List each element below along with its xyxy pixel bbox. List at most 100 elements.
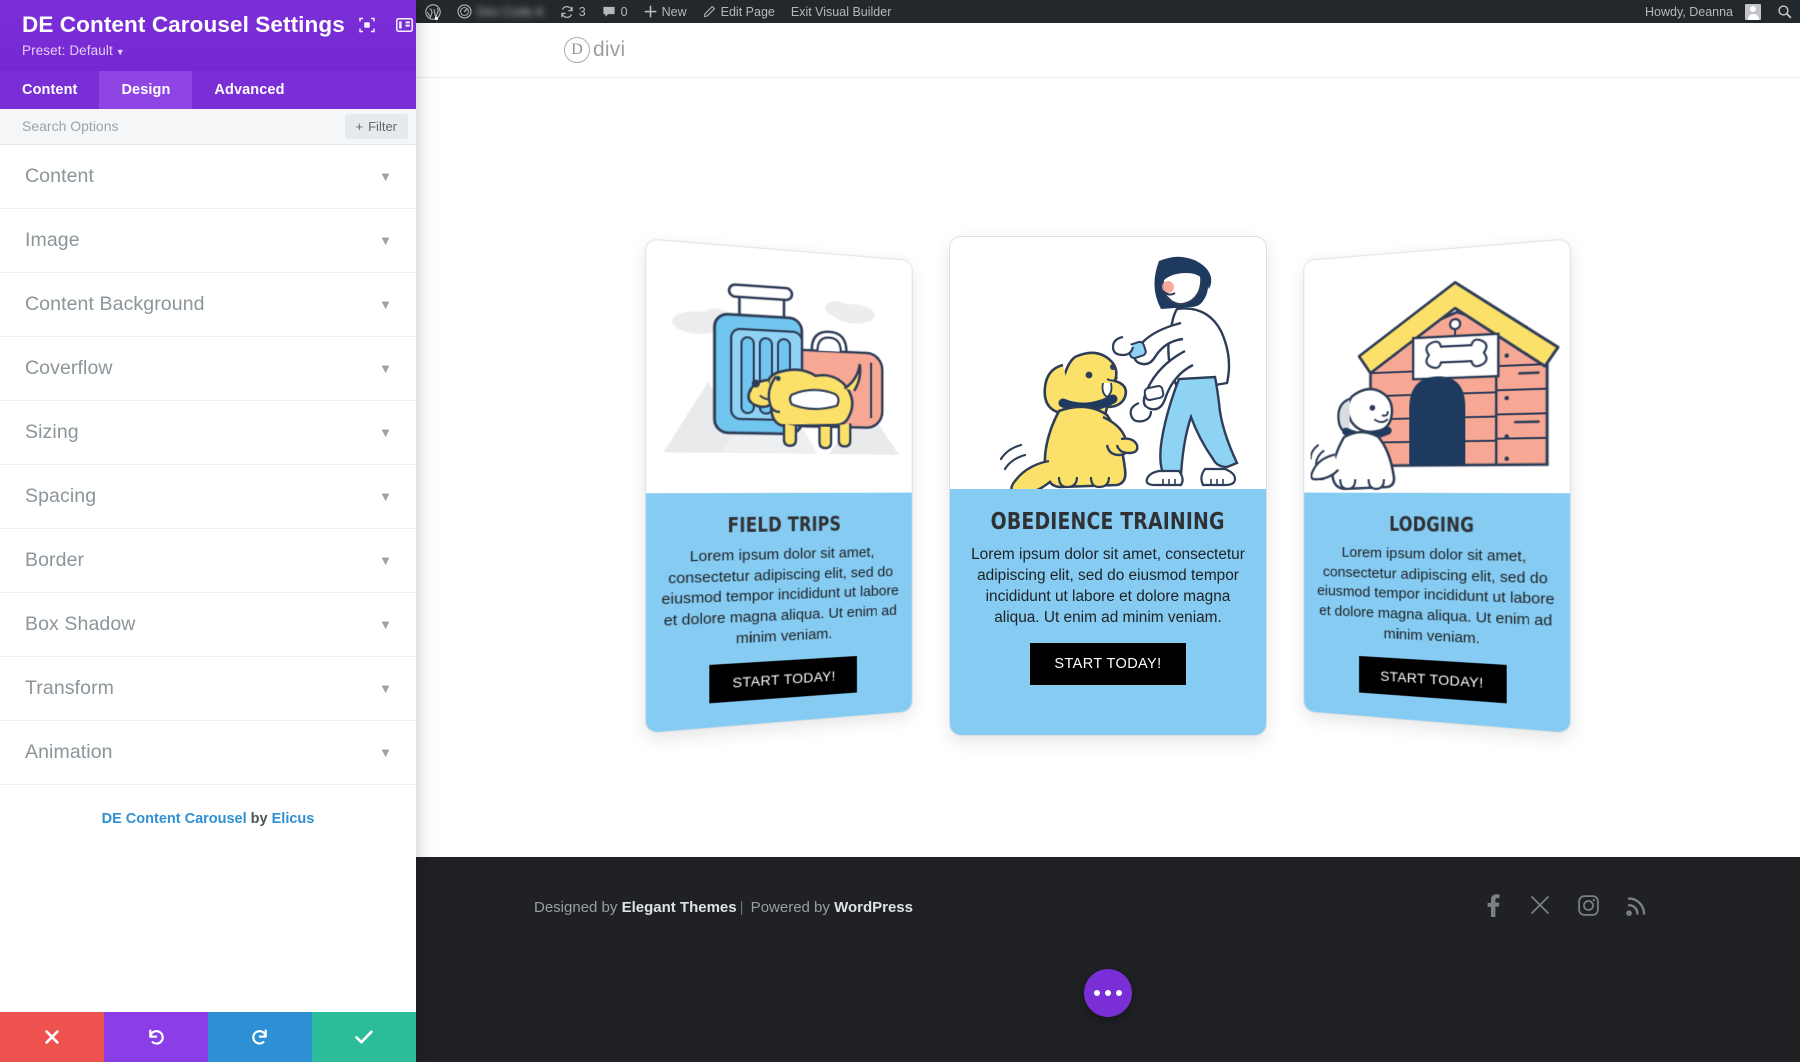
site-footer: Designed by Elegant Themes | Powered by W…: [416, 857, 1800, 1062]
undo-button[interactable]: [104, 1012, 208, 1062]
instagram-icon[interactable]: [1577, 894, 1600, 922]
section-label: Transform: [25, 676, 115, 699]
start-today-button[interactable]: START TODAY!: [1359, 655, 1507, 704]
adminbar-account[interactable]: Howdy, Deanna: [1637, 0, 1769, 23]
site-header: D divi: [416, 23, 1800, 78]
adminbar-edit-page[interactable]: Edit Page: [695, 0, 783, 23]
section-content-background[interactable]: Content Background ▼: [0, 273, 416, 337]
adminbar-search[interactable]: [1769, 0, 1800, 23]
settings-tabs: Content Design Advanced: [0, 70, 416, 109]
filter-label: Filter: [368, 118, 397, 134]
adminbar-site-name[interactable]: Dev Code A: [449, 0, 552, 23]
layout-panel-icon[interactable]: [395, 17, 413, 33]
settings-sections-list: Content ▼ Image ▼ Content Background ▼ C…: [0, 144, 416, 1012]
cancel-button[interactable]: [0, 1012, 104, 1062]
start-today-button[interactable]: START TODAY!: [709, 655, 857, 704]
divi-logo[interactable]: D divi: [564, 37, 625, 63]
section-label: Spacing: [25, 484, 97, 507]
chevron-down-icon: ▼: [115, 46, 125, 57]
settings-panel-header: DE Content Carousel Settings Preset: Def…: [0, 0, 439, 71]
footer-inner: Designed by Elegant Themes | Powered by W…: [416, 857, 1800, 922]
filter-button[interactable]: + Filter: [344, 113, 408, 139]
chevron-down-icon: ▼: [379, 680, 392, 696]
card-title: OBEDIENCE TRAINING: [991, 508, 1225, 535]
footer-platform-link[interactable]: WordPress: [834, 899, 913, 916]
avatar: [1745, 3, 1761, 20]
settings-title-row: DE Content Carousel Settings: [22, 12, 439, 38]
tab-advanced[interactable]: Advanced: [192, 71, 306, 109]
chevron-down-icon: ▼: [379, 552, 392, 568]
adminbar-right-group: Howdy, Deanna: [1637, 0, 1800, 23]
adminbar-comments[interactable]: 0: [594, 0, 636, 23]
card-description: Lorem ipsum dolor sit amet, consectetur …: [1317, 543, 1555, 647]
adminbar-new[interactable]: New: [636, 0, 695, 23]
focus-target-icon[interactable]: [359, 17, 375, 33]
preset-label: Preset: Default: [22, 42, 113, 58]
update-icon: [560, 5, 573, 18]
adminbar-edit-page-label: Edit Page: [720, 4, 775, 19]
chevron-down-icon: ▼: [379, 360, 392, 376]
section-label: Content Background: [25, 292, 205, 315]
carousel-slide-obedience-training[interactable]: OBEDIENCE TRAINING Lorem ipsum dolor sit…: [949, 235, 1267, 736]
preset-selector[interactable]: Preset: Default ▼: [22, 43, 398, 58]
card-description: Lorem ipsum dolor sit amet, consectetur …: [661, 543, 899, 647]
chevron-down-icon: ▼: [379, 168, 392, 184]
section-transform[interactable]: Transform ▼: [0, 657, 416, 721]
start-today-button[interactable]: START TODAY!: [1030, 642, 1186, 685]
save-button[interactable]: [312, 1012, 416, 1062]
section-box-shadow[interactable]: Box Shadow ▼: [0, 593, 416, 657]
settings-header-icons: [359, 16, 439, 33]
section-label: Sizing: [25, 420, 79, 443]
footer-separator: |: [739, 899, 744, 916]
pencil-icon: [703, 6, 715, 18]
dot: [1094, 990, 1100, 996]
section-content[interactable]: Content ▼: [0, 145, 416, 209]
carousel-slide-field-trips[interactable]: FIELD TRIPS Lorem ipsum dolor sit amet, …: [644, 237, 913, 734]
vertical-dots-icon[interactable]: [434, 16, 439, 33]
section-label: Animation: [25, 740, 113, 763]
carousel-slide-lodging[interactable]: LODGING Lorem ipsum dolor sit amet, cons…: [1303, 237, 1572, 734]
comment-icon: [603, 6, 615, 17]
redo-button[interactable]: [208, 1012, 312, 1062]
search-input[interactable]: [22, 118, 345, 135]
dog-house-illustration: [1304, 238, 1570, 493]
search-options-bar: + Filter: [0, 108, 416, 145]
divi-wordmark: divi: [593, 38, 626, 61]
footer-powered-by: Powered by: [746, 899, 835, 916]
footer-credit: Designed by Elegant Themes | Powered by W…: [534, 899, 913, 916]
dashboard-icon: [457, 4, 472, 19]
facebook-icon[interactable]: [1481, 893, 1503, 922]
section-spacing[interactable]: Spacing ▼: [0, 465, 416, 529]
section-border[interactable]: Border ▼: [0, 529, 416, 593]
adminbar-howdy-label: Howdy, Deanna: [1644, 4, 1733, 19]
section-coverflow[interactable]: Coverflow ▼: [0, 337, 416, 401]
plus-icon: [644, 5, 657, 18]
footer-designer-link[interactable]: Elegant Themes: [622, 899, 737, 916]
adminbar-exit-visual-builder[interactable]: Exit Visual Builder: [783, 0, 900, 23]
adminbar-site-name-label: Dev Code A: [477, 4, 544, 19]
chevron-down-icon: ▼: [379, 296, 392, 312]
x-twitter-icon[interactable]: [1529, 894, 1551, 921]
section-label: Coverflow: [25, 356, 113, 379]
card-description: Lorem ipsum dolor sit amet, consectetur …: [971, 545, 1245, 627]
section-animation[interactable]: Animation ▼: [0, 721, 416, 785]
plus-icon: +: [355, 118, 364, 134]
author-link[interactable]: Elicus: [272, 811, 315, 827]
dot: [1105, 990, 1111, 996]
adminbar-exit-label: Exit Visual Builder: [790, 4, 892, 19]
builder-options-fab[interactable]: [1084, 969, 1132, 1017]
section-label: Image: [25, 228, 80, 251]
adminbar-comments-count: 0: [620, 4, 628, 19]
chevron-down-icon: ▼: [379, 616, 392, 632]
tab-design[interactable]: Design: [99, 70, 193, 109]
page-canvas: D divi FIELD TRIPS Lorem ipsum dolor sit…: [416, 23, 1800, 1062]
tab-content[interactable]: Content: [0, 71, 99, 109]
credit-by: by: [246, 810, 272, 827]
section-sizing[interactable]: Sizing ▼: [0, 401, 416, 465]
section-image[interactable]: Image ▼: [0, 209, 416, 273]
carousel-track[interactable]: FIELD TRIPS Lorem ipsum dolor sit amet, …: [644, 235, 1572, 736]
rss-icon[interactable]: [1626, 894, 1648, 921]
module-name-link[interactable]: DE Content Carousel: [102, 811, 247, 827]
wp-admin-bar: Dev Code A 3 0 New Edit Page Exit Visual…: [416, 0, 1800, 23]
adminbar-updates[interactable]: 3: [552, 0, 594, 23]
